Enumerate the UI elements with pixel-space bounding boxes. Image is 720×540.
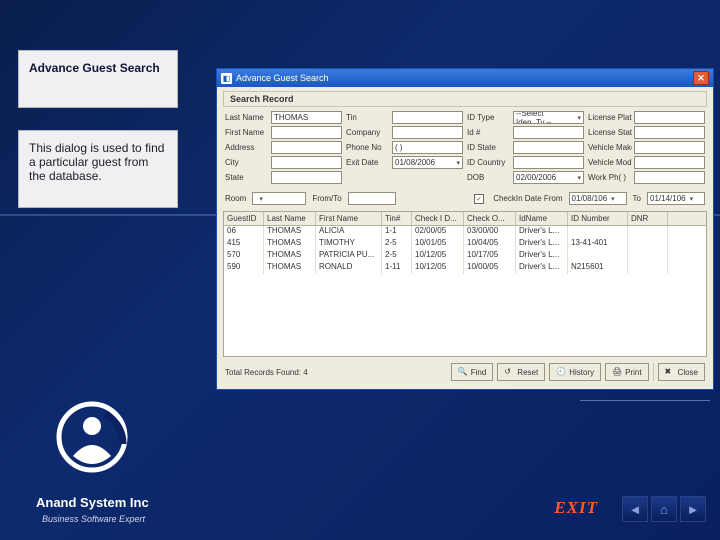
work-ph-input[interactable] (634, 171, 705, 184)
nav-controls: ◄ ⌂ ► (622, 496, 706, 522)
field-exit-date: Exit Date01/08/2006 (346, 156, 463, 169)
room-select[interactable] (252, 192, 306, 205)
address-input[interactable] (271, 141, 342, 154)
field-vehicle-make: Vehicle Make (588, 141, 705, 154)
vehicle-model-input[interactable] (634, 156, 705, 169)
results-table: GuestIDLast NameFirst NameTin#Check I D.… (223, 211, 707, 357)
table-header: GuestIDLast NameFirst NameTin#Check I D.… (224, 212, 706, 226)
slide-description: This dialog is used to find a particular… (29, 141, 164, 183)
field-id-type: ID Type--Select Iden..Ty.-- (467, 111, 584, 124)
history-button[interactable]: 🕘History (549, 363, 601, 381)
field-vehicle-model: Vehicle Model (588, 156, 705, 169)
id-state-input[interactable] (513, 141, 584, 154)
advance-guest-search-dialog: ◧ Advance Guest Search ✕ Search Record L… (216, 68, 714, 390)
company-name: Anand System Inc (36, 495, 149, 510)
decorative-underline (580, 400, 710, 401)
table-row[interactable]: 570THOMASPATRICIA PU...2-510/12/0510/17/… (224, 250, 706, 262)
field-dob: DOB02/00/2006 (467, 171, 584, 184)
print-button[interactable]: 🖨Print (605, 363, 648, 381)
id-country-input[interactable] (513, 156, 584, 169)
filter-row: Room From/To ✓ CheckIn Date From 01/08/1… (217, 190, 713, 211)
table-row[interactable]: 590THOMASRONALD1-1110/12/0510/00/05Drive… (224, 262, 706, 274)
company-input[interactable] (392, 126, 463, 139)
to-label: To (633, 194, 641, 203)
field-address: Address (225, 141, 342, 154)
id-no-input[interactable] (513, 126, 584, 139)
exit-date-input[interactable]: 01/08/2006 (392, 156, 463, 169)
license-plate-input[interactable] (634, 111, 705, 124)
col-header[interactable]: DNR (628, 212, 668, 225)
field-first-name: First Name (225, 126, 342, 139)
search-icon: 🔍 (458, 367, 468, 377)
reset-button[interactable]: ↺Reset (497, 363, 545, 381)
field-last-name: Last NameTHOMAS (225, 111, 342, 124)
col-header[interactable]: Check I D... (412, 212, 464, 225)
table-body: 06THOMASALICIA1-102/00/0503/00/00Driver'… (224, 226, 706, 274)
history-icon: 🕘 (556, 367, 566, 377)
col-header[interactable]: Tin# (382, 212, 412, 225)
to-date-input[interactable]: 01/14/106 (647, 192, 705, 205)
col-header[interactable]: ID Number (568, 212, 628, 225)
id-type-select[interactable]: --Select Iden..Ty.-- (513, 111, 584, 124)
col-header[interactable]: IdName (516, 212, 568, 225)
table-row[interactable]: 06THOMASALICIA1-102/00/0503/00/00Driver'… (224, 226, 706, 238)
close-door-icon: ✖ (665, 367, 675, 377)
field-company: Company (346, 126, 463, 139)
status-text: Total Records Found: 4 (225, 368, 447, 377)
field-license-state: License State (588, 126, 705, 139)
dialog-titlebar: ◧ Advance Guest Search ✕ (217, 69, 713, 87)
close-button[interactable]: ✖Close (658, 363, 705, 381)
search-form: Last NameTHOMAS Tin ID Type--Select Iden… (217, 107, 713, 190)
company-logo (55, 400, 129, 479)
separator (653, 363, 654, 381)
field-id-state: ID State (467, 141, 584, 154)
col-header[interactable]: Last Name (264, 212, 316, 225)
field-phone-no: Phone No( ) (346, 141, 463, 154)
exit-link[interactable]: EXIT (554, 498, 598, 518)
slide-title: Advance Guest Search (29, 61, 160, 75)
nav-prev-button[interactable]: ◄ (622, 496, 648, 522)
phone-no-input[interactable]: ( ) (392, 141, 463, 154)
print-icon: 🖨 (612, 367, 622, 377)
tin-input[interactable] (392, 111, 463, 124)
reset-icon: ↺ (504, 367, 514, 377)
app-icon: ◧ (221, 73, 232, 84)
section-label: Search Record (223, 91, 707, 107)
field-id-no: Id # (467, 126, 584, 139)
field-id-country: ID Country (467, 156, 584, 169)
field-blank (346, 171, 463, 184)
field-city: City (225, 156, 342, 169)
vehicle-make-input[interactable] (634, 141, 705, 154)
state-input[interactable] (271, 171, 342, 184)
fromto-input[interactable] (348, 192, 396, 205)
col-header[interactable]: Check O... (464, 212, 516, 225)
nav-home-button[interactable]: ⌂ (651, 496, 677, 522)
fromto-label: From/To (312, 194, 341, 203)
field-license-plate: License Plate (588, 111, 705, 124)
dialog-button-bar: Total Records Found: 4 🔍Find ↺Reset 🕘His… (217, 357, 713, 389)
first-name-input[interactable] (271, 126, 342, 139)
last-name-input[interactable]: THOMAS (271, 111, 342, 124)
from-date-input[interactable]: 01/08/106 (569, 192, 627, 205)
field-work-ph: Work Ph( ) (588, 171, 705, 184)
slide-description-box: This dialog is used to find a particular… (18, 130, 178, 208)
city-input[interactable] (271, 156, 342, 169)
company-tagline: Business Software Expert (42, 514, 145, 524)
col-header[interactable]: GuestID (224, 212, 264, 225)
license-state-input[interactable] (634, 126, 705, 139)
checkin-label: CheckIn Date From (493, 194, 562, 203)
dob-input[interactable]: 02/00/2006 (513, 171, 584, 184)
slide-title-box: Advance Guest Search (18, 50, 178, 108)
dialog-title: Advance Guest Search (236, 73, 329, 83)
field-tin: Tin (346, 111, 463, 124)
find-button[interactable]: 🔍Find (451, 363, 494, 381)
close-icon[interactable]: ✕ (693, 71, 709, 85)
room-label: Room (225, 194, 246, 203)
table-row[interactable]: 415THOMASTIMOTHY2-510/01/0510/04/05Drive… (224, 238, 706, 250)
col-header[interactable]: First Name (316, 212, 382, 225)
field-state: State (225, 171, 342, 184)
checkin-checkbox[interactable]: ✓ (474, 194, 484, 204)
nav-next-button[interactable]: ► (680, 496, 706, 522)
